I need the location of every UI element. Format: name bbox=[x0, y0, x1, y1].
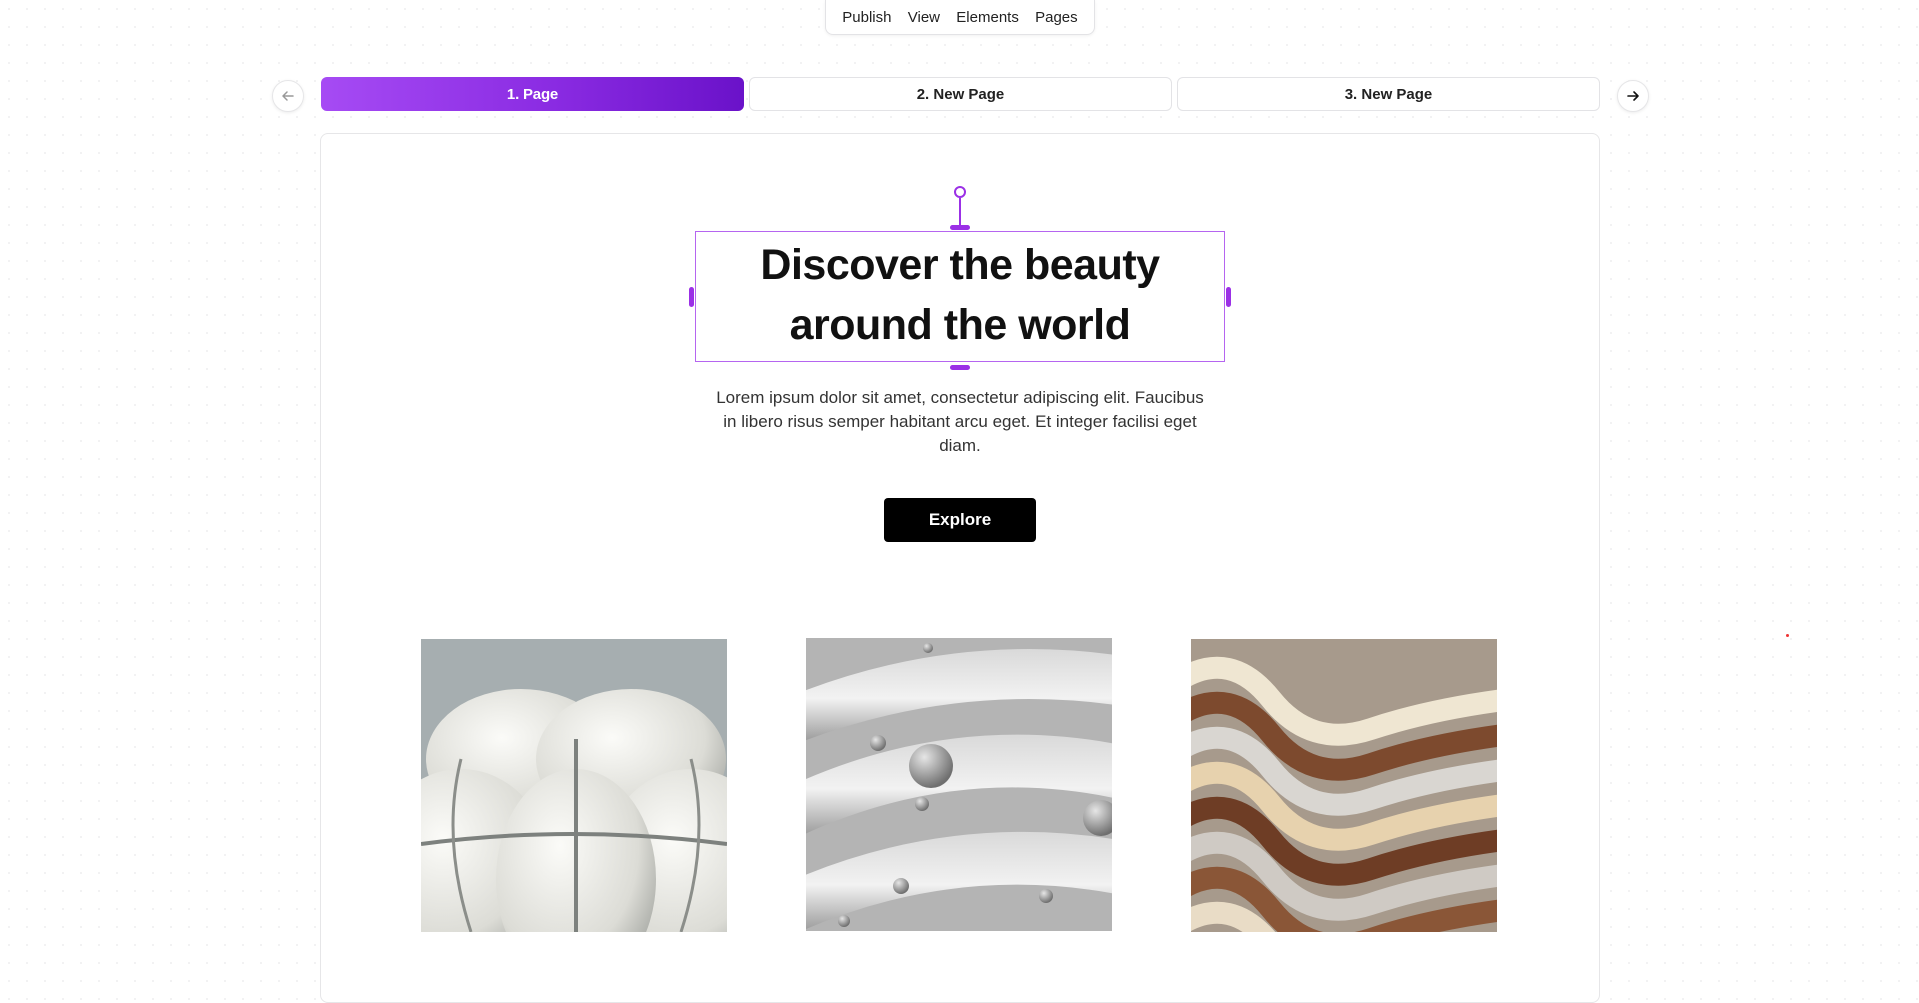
rotate-handle-stem bbox=[959, 198, 961, 225]
image-illustration bbox=[1191, 639, 1497, 932]
resize-handle-left[interactable] bbox=[689, 287, 694, 307]
previous-page-button[interactable] bbox=[272, 80, 304, 112]
explore-button[interactable]: Explore bbox=[884, 498, 1036, 542]
tab-page-2[interactable]: 2. New Page bbox=[749, 77, 1172, 111]
description-line: Lorem ipsum dolor sit amet, consectetur … bbox=[716, 388, 1204, 407]
resize-handle-bottom[interactable] bbox=[950, 365, 970, 370]
next-page-button[interactable] bbox=[1617, 80, 1649, 112]
headline-line: Discover the beauty bbox=[760, 241, 1160, 289]
image-illustration bbox=[421, 639, 727, 932]
resize-handle-right[interactable] bbox=[1226, 287, 1231, 307]
description-line: diam. bbox=[939, 436, 981, 455]
rotate-handle[interactable] bbox=[954, 186, 966, 198]
tab-page-3[interactable]: 3. New Page bbox=[1177, 77, 1600, 111]
headline-line: around the world bbox=[789, 301, 1131, 349]
arrow-right-icon bbox=[1627, 91, 1639, 101]
white-inflated-shapes-image[interactable] bbox=[421, 639, 727, 932]
resize-handle-top[interactable] bbox=[950, 225, 970, 230]
editor-toolbar: Publish View Elements Pages bbox=[825, 0, 1095, 35]
tab-page-1[interactable]: 1. Page bbox=[321, 77, 744, 111]
view-menu[interactable]: View bbox=[908, 9, 940, 26]
pages-menu[interactable]: Pages bbox=[1035, 9, 1078, 26]
brown-wave-ribbons-image[interactable] bbox=[1191, 639, 1497, 932]
cursor-dot bbox=[1786, 634, 1789, 637]
description-line: in libero risus semper habitant arcu ege… bbox=[723, 412, 1197, 431]
grey-spiral-spheres-image[interactable] bbox=[806, 638, 1112, 931]
publish-menu[interactable]: Publish bbox=[842, 9, 891, 26]
hero-headline[interactable]: Discover the beauty around the world bbox=[695, 235, 1225, 355]
arrow-left-icon bbox=[282, 91, 294, 101]
image-illustration bbox=[806, 638, 1112, 931]
elements-menu[interactable]: Elements bbox=[956, 9, 1019, 26]
hero-description[interactable]: Lorem ipsum dolor sit amet, consectetur … bbox=[710, 386, 1210, 458]
